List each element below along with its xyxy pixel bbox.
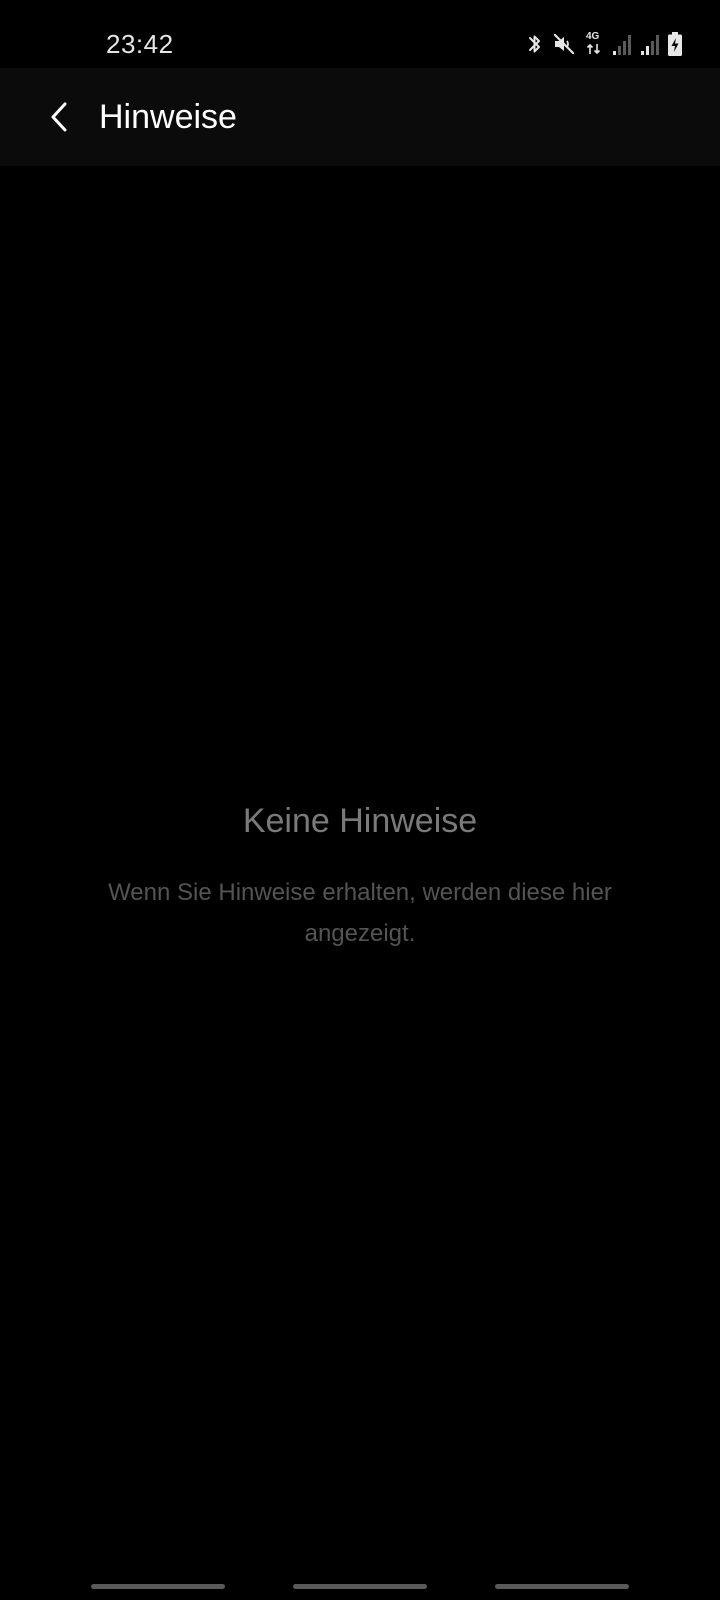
signal-icon [640, 33, 660, 55]
page-title: Hinweise [99, 98, 237, 136]
muted-icon [552, 32, 576, 56]
bluetooth-icon [526, 32, 544, 56]
chevron-left-icon [51, 102, 67, 132]
app-bar: Hinweise [0, 68, 720, 166]
nav-home-handle[interactable] [293, 1584, 427, 1589]
nav-recents-handle[interactable] [91, 1584, 225, 1589]
status-icons: 4G [526, 30, 682, 58]
network-type-label: 4G [586, 31, 600, 42]
empty-state-description: Wenn Sie Hinweise erhalten, werden diese… [108, 879, 612, 947]
back-button[interactable] [32, 90, 86, 144]
signal-icon [612, 33, 632, 55]
empty-state: Keine Hinweise Wenn Sie Hinweise erhalte… [60, 800, 660, 954]
empty-state-title: Keine Hinweise [242, 802, 478, 840]
navigation-bar [0, 1556, 720, 1600]
status-time: 23:42 [106, 29, 174, 59]
nav-back-handle[interactable] [495, 1584, 629, 1589]
network-4g-icon: 4G [584, 31, 604, 57]
battery-charging-icon [668, 32, 682, 56]
status-bar: 23:42 4G [0, 0, 720, 68]
